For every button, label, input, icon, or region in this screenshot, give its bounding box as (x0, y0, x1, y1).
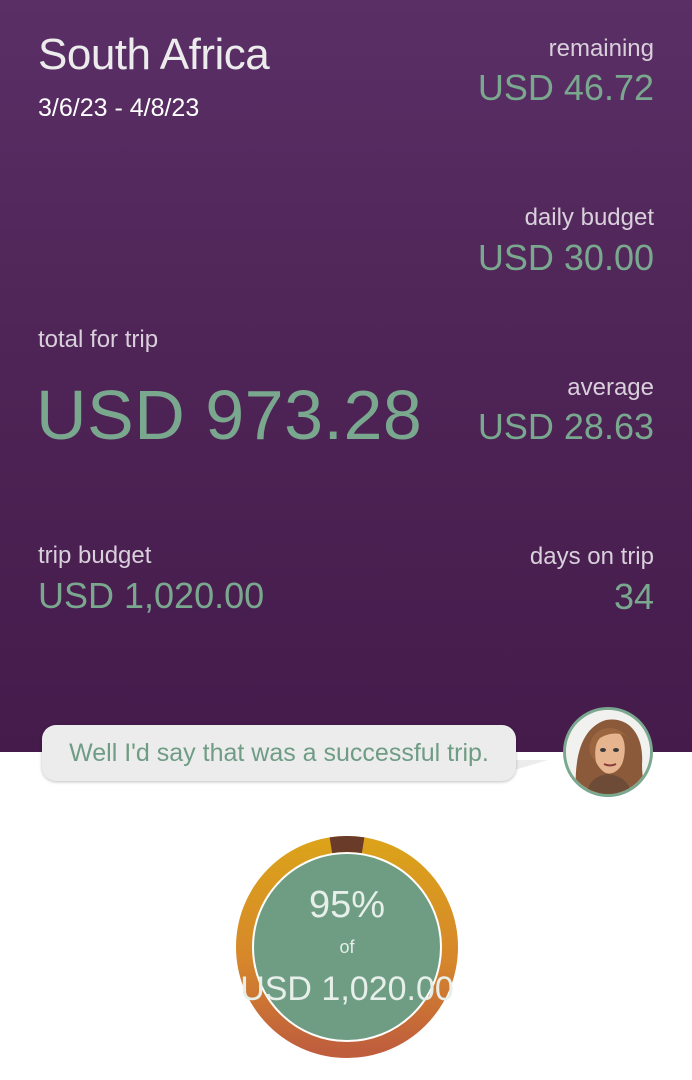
trip-budget-value: USD 1,020.00 (38, 575, 265, 616)
remaining-label: remaining (548, 35, 654, 62)
trip-budget-label: trip budget (38, 542, 152, 569)
total-label: total for trip (38, 326, 159, 353)
trip-dates: 3/6/23 - 4/8/23 (38, 94, 200, 122)
message-text: Well I'd say that was a successful trip. (69, 739, 489, 767)
daily-budget-label: daily budget (524, 204, 654, 231)
trip-summary-screen: South Africa 3/6/23 - 4/8/23 remaining U… (0, 0, 692, 1080)
gauge-percent: 95% (308, 884, 386, 926)
total-value: USD 973.28 (36, 376, 423, 454)
avatar-illustration (566, 710, 650, 794)
trip-title: South Africa (38, 30, 270, 79)
days-label: days on trip (529, 543, 654, 570)
average-label: average (567, 374, 654, 401)
gauge-amount: USD 1,020.00 (240, 970, 454, 1008)
speech-bubble: Well I'd say that was a successful trip. (42, 725, 516, 781)
daily-budget-value: USD 30.00 (477, 237, 654, 278)
gauge-unused-segment (329, 836, 365, 854)
average-value: USD 28.63 (477, 406, 654, 447)
days-value: 34 (613, 576, 654, 617)
woman-avatar-icon[interactable] (563, 707, 653, 797)
gauge-of-label: of (339, 937, 355, 957)
remaining-value: USD 46.72 (477, 67, 654, 108)
